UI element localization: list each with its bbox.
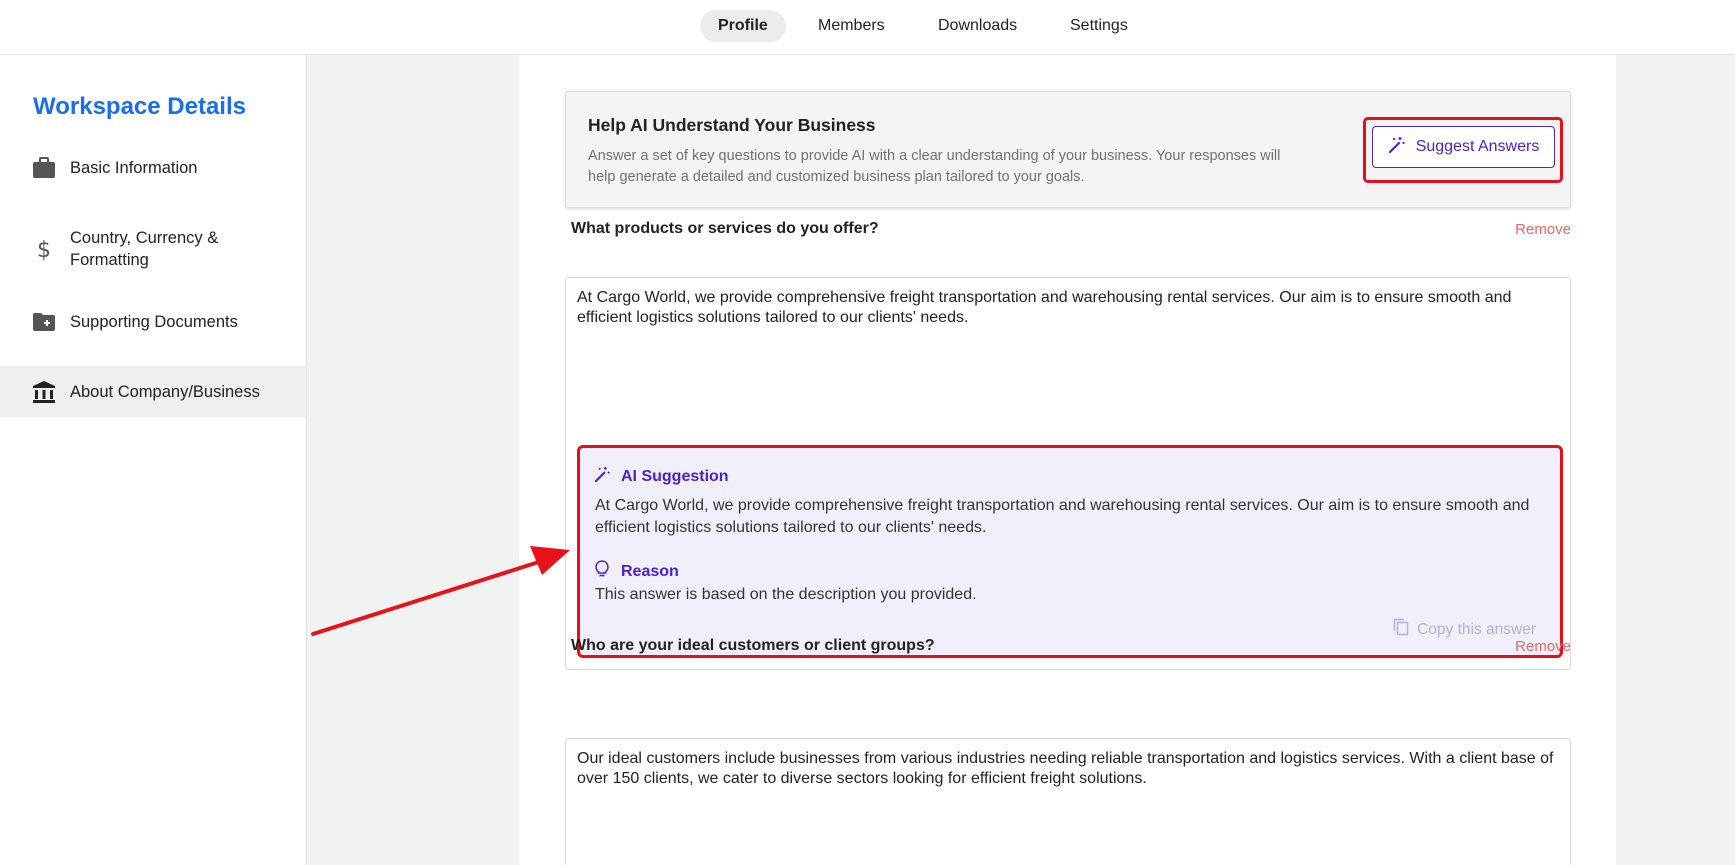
sidebar: Workspace Details Basic Information $ Co… <box>0 55 307 865</box>
question-label: Who are your ideal customers or client g… <box>571 637 935 654</box>
dollar-icon: $ <box>32 237 56 261</box>
lightbulb-icon <box>595 560 609 583</box>
question-label: What products or services do you offer? <box>571 220 879 237</box>
svg-text:$: $ <box>37 238 51 261</box>
answer-text: At Cargo World, we provide comprehensive… <box>577 289 1512 326</box>
top-nav: Profile Members Downloads Settings <box>0 0 1735 55</box>
ai-suggestion-panel: AI Suggestion At Cargo World, we provide… <box>577 445 1563 658</box>
sidebar-title: Workspace Details <box>33 93 246 120</box>
sidebar-item-basic-information[interactable]: Basic Information <box>0 143 306 193</box>
ai-suggestion-title: AI Suggestion <box>621 468 729 485</box>
ai-suggestion-text: At Cargo World, we provide comprehensive… <box>595 497 1530 536</box>
sidebar-item-about-company[interactable]: About Company/Business <box>0 366 306 417</box>
reason-title: Reason <box>621 562 679 580</box>
bank-icon <box>32 380 56 404</box>
answer-textarea[interactable]: Our ideal customers include businesses f… <box>565 738 1571 865</box>
ai-suggestion-header: AI Suggestion <box>594 466 729 488</box>
copy-answer-label: Copy this answer <box>1417 620 1536 638</box>
tab-downloads[interactable]: Downloads <box>920 10 1035 42</box>
sidebar-item-supporting-documents[interactable]: Supporting Documents <box>0 297 306 347</box>
tab-members[interactable]: Members <box>800 10 903 42</box>
sidebar-item-country-currency[interactable]: $ Country, Currency & Formatting <box>0 219 306 279</box>
folder-plus-icon <box>32 310 56 334</box>
sidebar-item-label: Supporting Documents <box>70 313 238 331</box>
reason-header: Reason <box>595 560 679 583</box>
tab-settings[interactable]: Settings <box>1052 10 1146 42</box>
help-description: Answer a set of key questions to provide… <box>588 148 1281 185</box>
remove-link[interactable]: Remove <box>1515 638 1571 655</box>
help-ai-card: Help AI Understand Your Business Answer … <box>565 91 1571 208</box>
remove-link[interactable]: Remove <box>1515 221 1571 238</box>
answer-text: Our ideal customers include businesses f… <box>577 750 1554 787</box>
tab-profile[interactable]: Profile <box>700 10 786 42</box>
sidebar-item-label: About Company/Business <box>70 382 260 401</box>
suggest-answers-button[interactable]: Suggest Answers <box>1372 126 1555 168</box>
sidebar-item-label: Basic Information <box>70 159 198 177</box>
reason-text: This answer is based on the description … <box>595 586 977 603</box>
suggest-answers-label: Suggest Answers <box>1415 138 1540 155</box>
sidebar-item-label: Country, Currency & Formatting <box>70 229 219 269</box>
magic-wand-icon <box>594 466 611 488</box>
briefcase-icon <box>32 156 56 180</box>
copy-icon <box>1393 618 1409 641</box>
help-title: Help AI Understand Your Business <box>588 115 876 135</box>
main-content: Help AI Understand Your Business Answer … <box>519 55 1616 865</box>
magic-wand-icon <box>1388 136 1406 159</box>
